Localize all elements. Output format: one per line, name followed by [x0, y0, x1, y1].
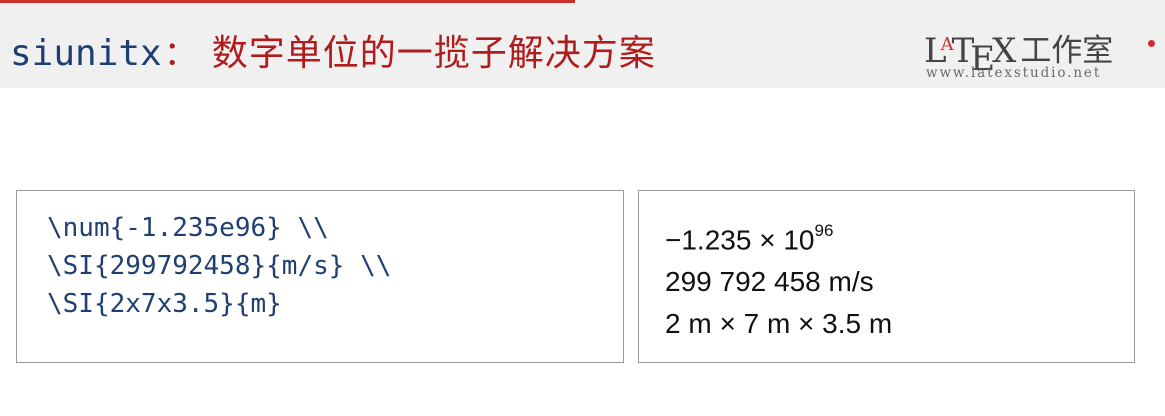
header-accent-bar [0, 0, 575, 3]
code-line: \SI{299792458}{m/s} \\ [47, 251, 392, 281]
brand-letter-a: A [940, 34, 954, 55]
title-colon: ： [163, 34, 198, 74]
result-line-product: 2 m × 7 m × 3.5 m [665, 308, 893, 340]
brand-logo: L A T E X 工作室 www.latexstudio.net [924, 28, 1156, 84]
brand-wordmark: L A T E X 工作室 [924, 28, 1114, 76]
code-line: \num{-1.235e96} \\ [47, 213, 329, 243]
brand-letter-x: X [992, 31, 1017, 71]
slide-header: siunitx ： 数字单位的一揽子解决方案 L A T E X 工作室 www… [0, 0, 1165, 88]
result-exponent: 96 [814, 221, 834, 240]
result-line-speed: 299 792 458 m/s [665, 266, 874, 298]
result-line-scientific: −1.235 × 1096 [665, 213, 1134, 261]
slide-title: siunitx ： 数字单位的一揽子解决方案 [10, 24, 656, 74]
title-text: 数字单位的一揽子解决方案 [211, 33, 656, 74]
code-panel: \num{-1.235e96} \\ \SI{299792458}{m/s} \… [16, 190, 624, 363]
title-package-name: siunitx [10, 33, 162, 74]
code-line: \SI{2x7x3.5}{m} [47, 289, 282, 319]
brand-chinese-name: 工作室 [1020, 33, 1114, 69]
brand-url: www.latexstudio.net [926, 65, 1102, 81]
result-panel: −1.235 × 1096 299 792 458 m/s 2 m × 7 m … [638, 190, 1135, 363]
brand-red-dot-icon [1148, 40, 1155, 47]
result-mantissa: −1.235 × 10 [665, 224, 815, 256]
